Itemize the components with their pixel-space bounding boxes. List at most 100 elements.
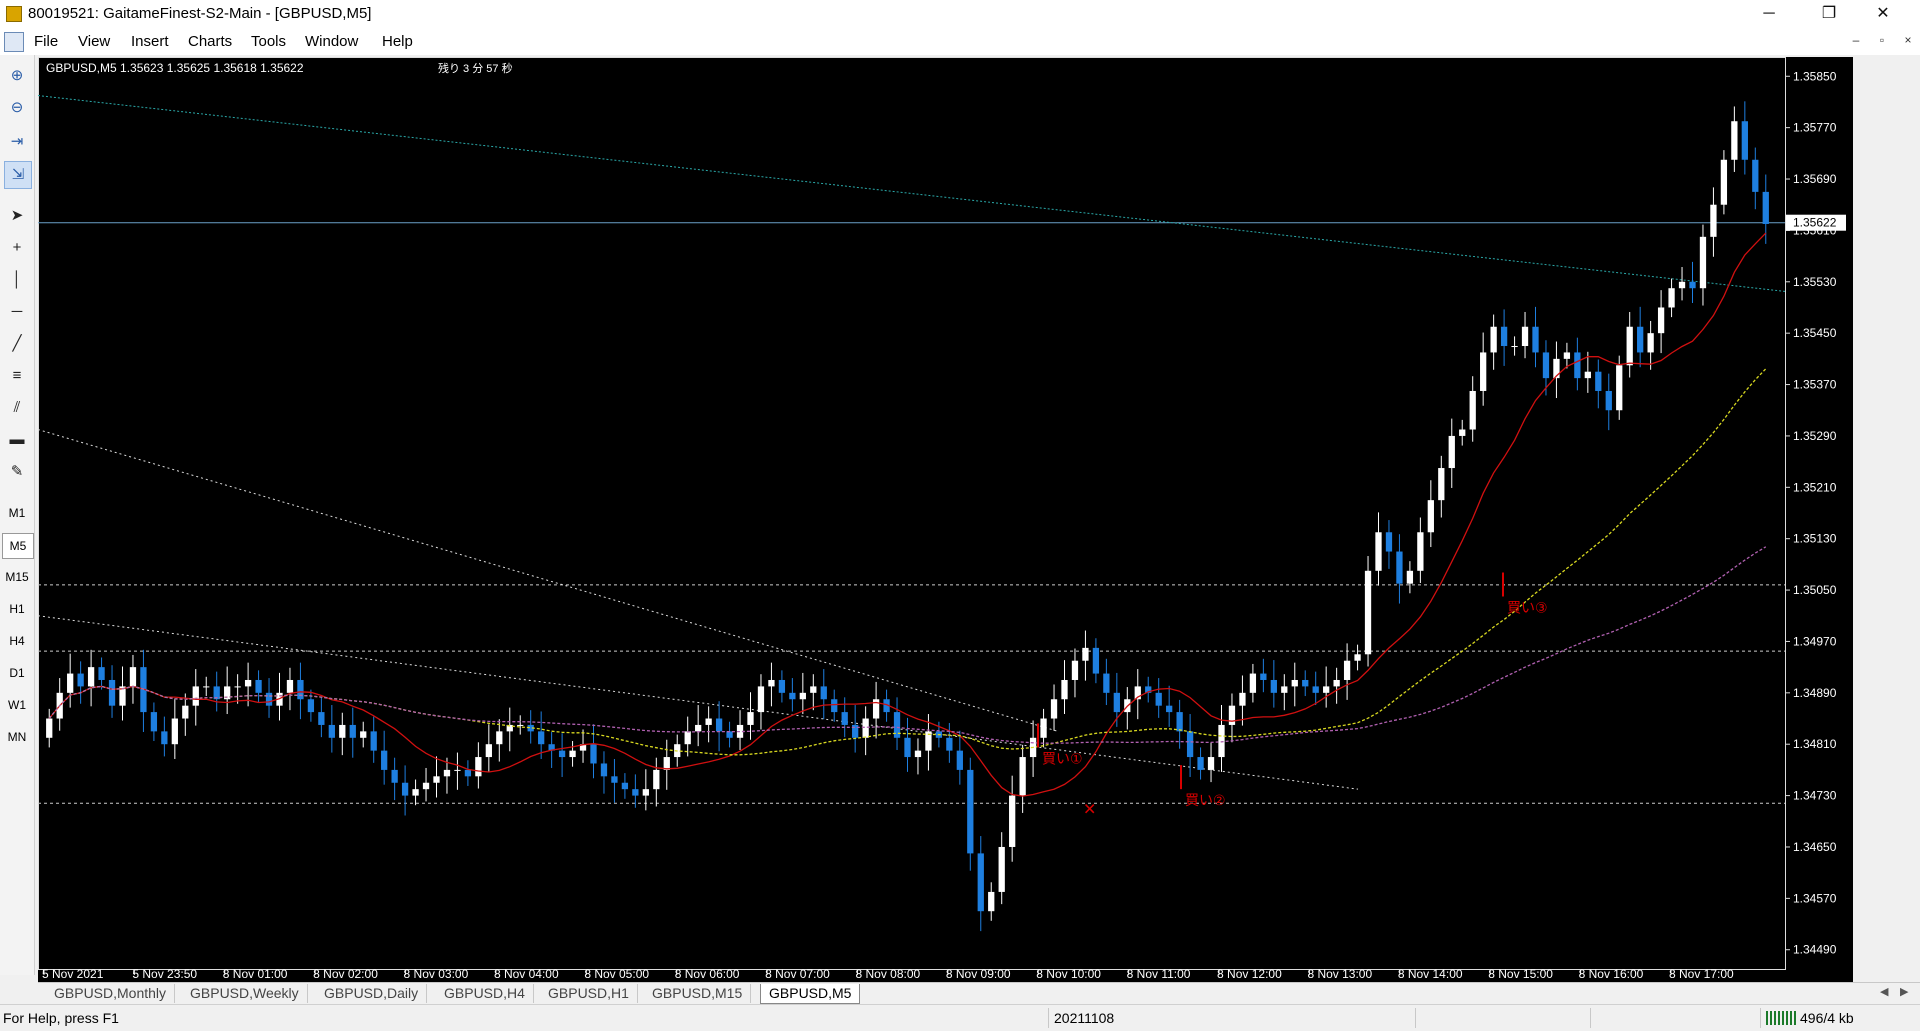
cursor-icon[interactable]: ➤ <box>4 203 30 229</box>
candle-body <box>1071 660 1079 680</box>
price-chart[interactable]: 1.358501.357701.356901.356101.355301.354… <box>38 57 1853 982</box>
timeframe-h1[interactable]: H1 <box>2 597 32 621</box>
candle-body <box>443 769 451 777</box>
candle-body <box>87 667 95 687</box>
candle-body <box>1521 326 1529 347</box>
status-separator <box>1590 1008 1591 1028</box>
menu-window[interactable]: Window <box>305 33 358 50</box>
channel-icon[interactable]: ⫽ <box>4 395 30 421</box>
menu-view[interactable]: View <box>78 33 110 50</box>
price-axis-label: 1.35130 <box>1793 532 1837 546</box>
time-axis-label: 8 Nov 09:00 <box>946 967 1011 981</box>
candle-body <box>496 731 503 745</box>
tab-gbpusd-m5[interactable]: GBPUSD,M5 <box>760 984 861 1004</box>
zoom-in-icon[interactable]: ⊕ <box>4 63 30 89</box>
time-axis-label: 8 Nov 03:00 <box>404 967 469 981</box>
candle-body <box>454 769 461 771</box>
child-close-button[interactable]: × <box>1898 33 1918 47</box>
tab-gbpusd-h1[interactable]: GBPUSD,H1 <box>540 984 638 1003</box>
candle-body <box>1678 281 1686 289</box>
horizontal-line-icon[interactable]: ─ <box>4 299 30 325</box>
candle-body <box>611 776 618 783</box>
child-restore-button[interactable]: ▫ <box>1872 33 1892 47</box>
candle-body <box>1302 679 1309 687</box>
candle-body <box>1218 724 1225 758</box>
fibonacci-icon[interactable]: ≡ <box>4 363 30 389</box>
candle-body <box>695 724 702 732</box>
price-axis-label: 1.35770 <box>1793 121 1837 135</box>
time-axis-label: 8 Nov 06:00 <box>675 967 740 981</box>
candle-body <box>1166 705 1173 713</box>
timeframe-m1[interactable]: M1 <box>2 501 32 525</box>
menu-file[interactable]: File <box>34 33 58 50</box>
candle-body <box>1647 333 1654 353</box>
autoscroll-icon[interactable]: ⇲ <box>4 161 32 189</box>
tab-scroll-left-icon[interactable]: ◀ <box>1880 985 1888 998</box>
candle-body <box>632 789 639 796</box>
candle-body <box>286 679 294 693</box>
tab-gbpusd-m15[interactable]: GBPUSD,M15 <box>644 984 752 1003</box>
minimize-button[interactable]: ─ <box>1746 0 1792 28</box>
zoom-out-icon[interactable]: ⊖ <box>4 95 30 121</box>
crosshair-icon[interactable]: + <box>4 235 30 261</box>
candle-body <box>1532 326 1539 353</box>
menu-tools[interactable]: Tools <box>251 33 286 50</box>
chart-window-icon[interactable] <box>4 32 24 52</box>
tab-scroll-right-icon[interactable]: ▶ <box>1900 985 1908 998</box>
objects-icon[interactable]: ✎ <box>4 459 30 485</box>
candle-body <box>1616 365 1623 411</box>
candle-body <box>862 718 869 738</box>
time-axis-label: 8 Nov 04:00 <box>494 967 559 981</box>
candle-body <box>1438 468 1445 501</box>
candle-body <box>653 769 660 790</box>
menu-insert[interactable]: Insert <box>131 33 169 50</box>
candle-body <box>1019 757 1026 796</box>
candle-body <box>234 686 241 688</box>
candle-body <box>1752 159 1759 192</box>
candle-body <box>1668 288 1675 308</box>
timeframe-m5[interactable]: M5 <box>2 533 34 559</box>
candle-body <box>1741 121 1748 160</box>
candle-body <box>1333 679 1340 687</box>
timeframe-mn[interactable]: MN <box>2 725 32 749</box>
candle-body <box>967 769 974 854</box>
menu-help[interactable]: Help <box>382 33 413 50</box>
timeframe-w1[interactable]: W1 <box>2 693 32 717</box>
close-button[interactable]: ✕ <box>1860 0 1906 28</box>
remaining-time: 残り 3 分 57 秒 <box>438 63 513 75</box>
timeframe-h4[interactable]: H4 <box>2 629 32 653</box>
candle-body <box>590 744 597 764</box>
candle-body <box>1637 326 1644 353</box>
candle-body <box>349 724 356 738</box>
tab-gbpusd-daily[interactable]: GBPUSD,Daily <box>316 984 428 1003</box>
candle-body <box>381 750 388 770</box>
buy-annotation: 買い② <box>1185 793 1226 809</box>
candle-body <box>1375 532 1382 571</box>
rectangle-icon[interactable]: ▬ <box>4 427 30 453</box>
timeframe-d1[interactable]: D1 <box>2 661 32 685</box>
candle-body <box>1291 679 1298 687</box>
time-axis-label: 8 Nov 11:00 <box>1127 967 1191 981</box>
tab-gbpusd-weekly[interactable]: GBPUSD,Weekly <box>182 984 308 1003</box>
price-axis-label: 1.34810 <box>1793 737 1837 751</box>
candle-body <box>1480 352 1487 391</box>
candle-body <box>1040 718 1047 738</box>
tab-gbpusd-h4[interactable]: GBPUSD,H4 <box>436 984 534 1003</box>
timeframe-m15[interactable]: M15 <box>2 565 32 589</box>
vertical-line-icon[interactable]: │ <box>4 267 30 293</box>
candle-body <box>1469 390 1476 430</box>
candle-body <box>956 750 963 770</box>
time-axis-label: 8 Nov 15:00 <box>1488 967 1553 981</box>
restore-button[interactable]: ❐ <box>1806 0 1852 28</box>
time-axis-label: 8 Nov 13:00 <box>1307 967 1372 981</box>
price-axis-label: 1.34490 <box>1793 943 1837 957</box>
child-minimize-button[interactable]: – <box>1846 33 1866 47</box>
tab-gbpusd-monthly[interactable]: GBPUSD,Monthly <box>46 984 176 1003</box>
time-axis-label: 8 Nov 08:00 <box>856 967 921 981</box>
candle-body <box>46 718 53 738</box>
chart-shift-icon[interactable]: ⇥ <box>4 129 30 155</box>
chart-canvas[interactable]: 1.358501.357701.356901.356101.355301.354… <box>38 57 1853 982</box>
menu-charts[interactable]: Charts <box>188 33 232 50</box>
price-axis-label: 1.35450 <box>1793 326 1837 340</box>
trendline-icon[interactable]: ╱ <box>4 331 30 357</box>
